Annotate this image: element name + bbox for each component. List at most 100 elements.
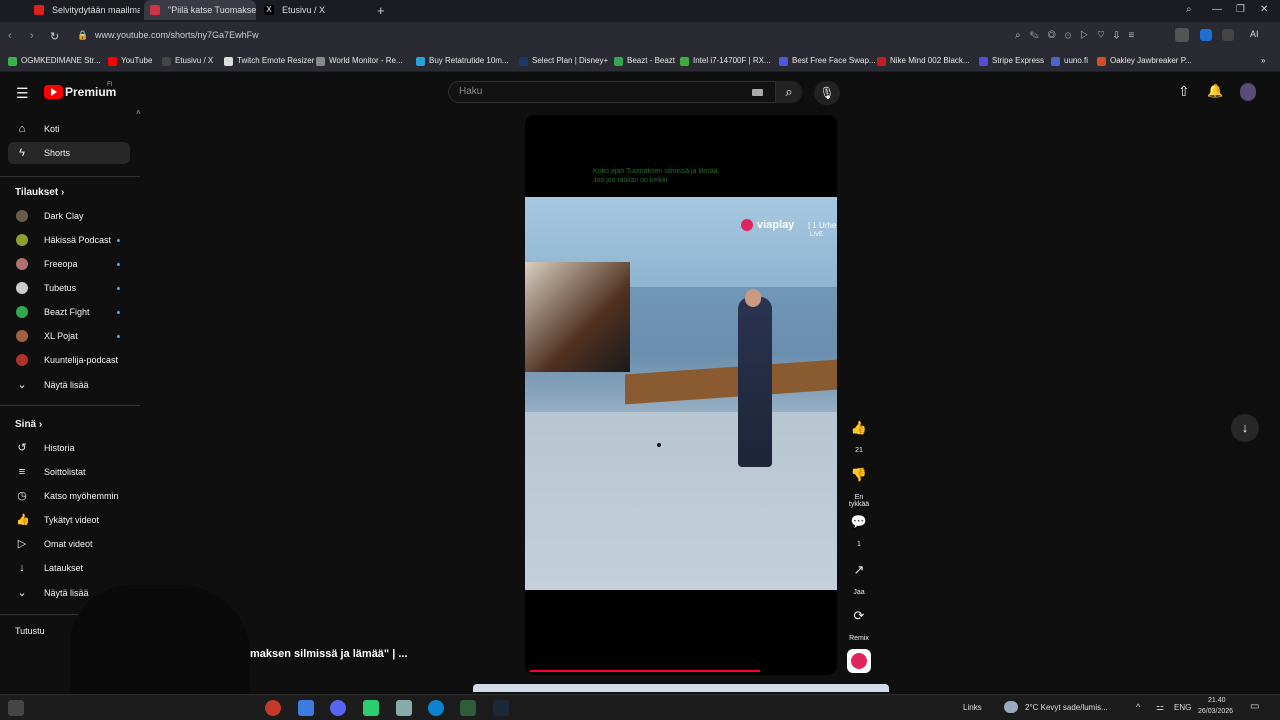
bookmark-favicon-icon (108, 57, 117, 66)
bookmark-item[interactable]: Etusivu / X (162, 56, 213, 66)
toolbar-icons[interactable]: ⌕✎◎⊙▷♡⇩≡ (1015, 30, 1143, 41)
edge-icon[interactable] (428, 700, 444, 716)
sidebar-item-you[interactable]: ◷ Katso myöhemmin (8, 485, 130, 507)
new-content-dot (117, 239, 120, 242)
dislike-button[interactable]: 👎 En tykkää (844, 460, 874, 508)
sidebar-icon: ≡ (18, 466, 26, 478)
app-icon[interactable] (363, 700, 379, 716)
menu-icon[interactable]: ☰ (16, 85, 29, 102)
sidebar-item-subscription[interactable]: Freeopa (8, 253, 130, 275)
bookmark-item[interactable]: uuno.fi (1051, 56, 1088, 66)
new-content-dot (117, 287, 120, 290)
tab-3[interactable]: X Etusivu / X (258, 0, 370, 20)
channel-avatar[interactable] (847, 649, 871, 673)
new-tab-button[interactable]: + (377, 3, 385, 18)
network-icon[interactable]: ⚍ (1156, 702, 1164, 713)
extension-icon[interactable] (1222, 29, 1234, 41)
bookmark-favicon-icon (416, 57, 425, 66)
bookmark-item[interactable]: Intel i7-14700F | RX... (680, 56, 771, 66)
tab-2[interactable]: "Piilä katse Tuomakse (144, 0, 256, 20)
search-input[interactable]: Haku (448, 81, 776, 103)
next-video-button[interactable]: ↓ (1231, 414, 1259, 442)
brand-suffix: | 1 Urhe (808, 221, 837, 230)
bookmark-item[interactable]: World Monitor - Re... (316, 56, 403, 66)
bookmark-item[interactable]: Twitch Emote Resizer (224, 56, 315, 66)
sidebar-item-subscription[interactable]: Häkissä Podcast (8, 229, 130, 251)
bookmark-label: World Monitor - Re... (329, 56, 403, 65)
bookmark-favicon-icon (979, 57, 988, 66)
start-icon[interactable] (8, 700, 24, 716)
bookmark-item[interactable]: Oakley Jawbreaker P... (1097, 56, 1192, 66)
app-icon[interactable] (396, 700, 412, 716)
language-label[interactable]: ENG (1174, 703, 1191, 712)
scroll-up-icon[interactable]: ˄ (136, 108, 141, 117)
maximize-icon[interactable]: ❐ (1236, 4, 1245, 15)
more-bookmarks-icon[interactable]: » (1248, 56, 1265, 65)
sidebar-item-you[interactable]: ↺ Historia (8, 437, 130, 459)
bookmark-item[interactable]: Stripe Express (979, 56, 1044, 66)
show-more-button[interactable]: ⌄ Näytä lisää (8, 374, 130, 396)
sidebar-item-you[interactable]: 👍 Tykätyt videot (8, 509, 130, 531)
share-button[interactable]: ↗ Jaa (844, 555, 874, 596)
profile-icon[interactable] (1175, 28, 1189, 42)
url-field[interactable]: www.youtube.com/shorts/ny7Ga7EwhFw (95, 30, 259, 40)
bookmark-label: Twitch Emote Resizer (237, 56, 315, 65)
bookmark-item[interactable]: Buy Retatrutide 10m... (416, 56, 509, 66)
you-header[interactable]: Sinä › (15, 419, 42, 430)
sidebar-item-you[interactable]: ↓ Lataukset (8, 557, 130, 579)
upload-icon[interactable]: ⇧ (1178, 83, 1190, 100)
remix-button[interactable]: ⟳ Remix (844, 601, 874, 642)
sidebar-item-subscription[interactable]: Tubetus (8, 277, 130, 299)
steam-icon[interactable] (493, 700, 509, 716)
bookmark-item[interactable]: Select Plan | Disney+ (519, 56, 608, 66)
chevron-up-icon[interactable]: ^ (1136, 702, 1140, 712)
notifications-icon[interactable]: 🔔 (1207, 83, 1223, 99)
sidebar-item-you[interactable]: ▷ Omat videot (8, 533, 130, 555)
avatar[interactable] (1240, 83, 1256, 101)
extension-icon[interactable] (1200, 29, 1212, 41)
webcam-overlay (70, 585, 250, 705)
bookmark-item[interactable]: Best Free Face Swap... (779, 56, 876, 66)
search-tabs-icon[interactable]: ⌕ (1186, 4, 1192, 15)
sidebar-item-you[interactable]: ≡ Soittolistat (8, 461, 130, 483)
search-button[interactable]: ⌕ (776, 81, 802, 103)
ai-icon[interactable]: AI (1250, 29, 1259, 39)
app-icon[interactable] (298, 700, 314, 716)
divider (0, 405, 140, 406)
notification-center-icon[interactable]: ▭ (1250, 701, 1259, 712)
progress-bar[interactable] (530, 670, 760, 672)
app-icon[interactable] (460, 700, 476, 716)
bookmark-item[interactable]: OGMKEDIMANE Str... (8, 56, 101, 66)
minimize-icon[interactable]: — (1212, 4, 1222, 15)
reload-icon[interactable]: ↻ (50, 30, 59, 43)
bookmark-item[interactable]: Nike Mind 002 Black... (877, 56, 970, 66)
tab-1[interactable]: Selvitydytään maailman va (28, 0, 140, 20)
sidebar-item-subscription[interactable]: Kuuntelija-podcast (8, 349, 130, 371)
discord-icon[interactable] (330, 700, 346, 716)
sidebar-item-label: Dark Clay (44, 211, 84, 221)
close-icon[interactable]: ✕ (1260, 4, 1268, 15)
shorts-video-player[interactable]: Koko ajan Tuomaksen silmissä ja lämää. J… (525, 115, 837, 675)
forward-icon[interactable]: › (30, 30, 34, 42)
youtube-logo-icon[interactable] (44, 85, 63, 99)
back-icon[interactable]: ‹ (8, 30, 12, 42)
keyboard-icon[interactable] (752, 89, 763, 96)
sidebar-item-shorts[interactable]: ϟ Shorts (8, 142, 130, 164)
sidebar-item-subscription[interactable]: Beazt Fight (8, 301, 130, 323)
weather-label[interactable]: 2°C Kevyt sade/lumis... (1025, 703, 1108, 712)
sidebar-item-subscription[interactable]: Dark Clay (8, 205, 130, 227)
links-label[interactable]: Links (963, 703, 982, 712)
subscriptions-header[interactable]: Tilaukset › (15, 187, 64, 198)
video-title[interactable]: maksen silmissä ja lämää" | ... (250, 648, 408, 660)
bookmark-item[interactable]: YouTube (108, 56, 152, 66)
comments-button[interactable]: 💬 1 (844, 507, 874, 548)
bookmark-label: Best Free Face Swap... (792, 56, 876, 65)
opera-icon[interactable] (265, 700, 281, 716)
clock-date[interactable]: 26/03/2026 (1198, 708, 1233, 715)
sidebar-item-koti[interactable]: ⌂ Koti (8, 118, 130, 140)
voice-search-button[interactable]: 🎙 (814, 81, 840, 105)
bookmark-item[interactable]: Beazt - Beazt (614, 56, 675, 66)
like-button[interactable]: 👍 21 (844, 413, 874, 454)
sidebar-item-subscription[interactable]: XL Pojat (8, 325, 130, 347)
clock-time[interactable]: 21.40 (1208, 697, 1226, 704)
